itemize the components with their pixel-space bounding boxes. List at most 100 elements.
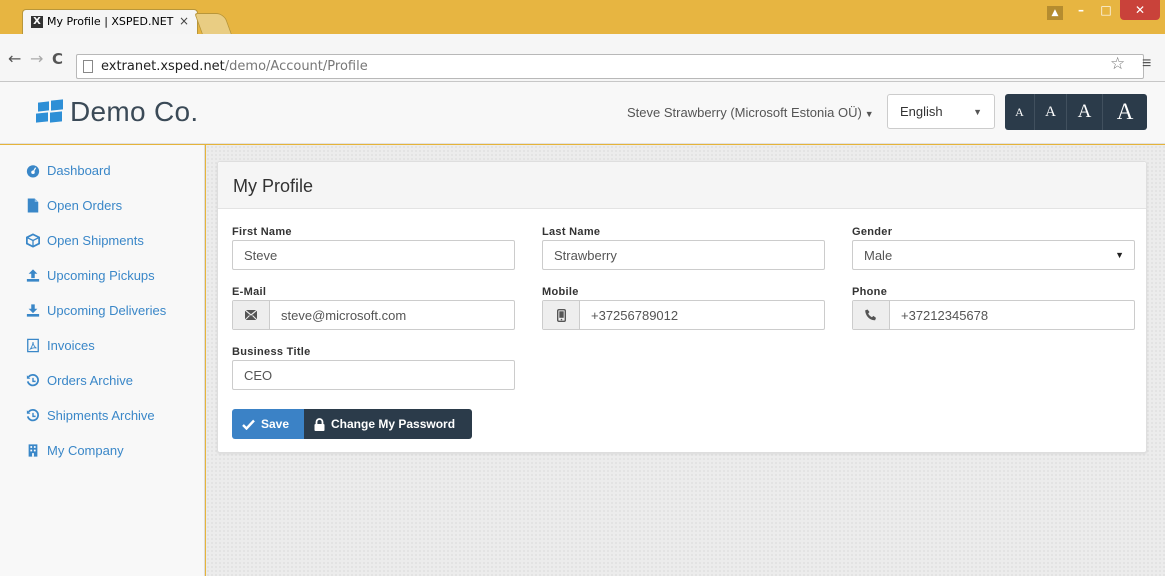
sidebar-item-orders-archive[interactable]: Orders Archive [0,371,205,405]
language-value: English [900,104,943,119]
sidebar-item-invoices[interactable]: Invoices [0,336,205,370]
back-icon[interactable]: ← [8,51,21,67]
profile-panel: My Profile First Name Steve Last Name St… [217,161,1147,453]
business-title-label: Business Title [232,346,311,358]
font-size-switcher: A A A A [1005,94,1147,130]
pdf-icon [27,338,39,353]
business-title-field[interactable]: CEO [232,360,515,390]
lock-icon [314,417,325,431]
save-button[interactable]: Save [232,409,304,439]
business-title-value: CEO [244,368,273,383]
logo-text: Demo Co. [70,96,199,127]
forward-icon[interactable]: → [30,51,43,67]
page-icon [83,60,93,73]
sidebar-item-upcoming-pickups[interactable]: Upcoming Pickups [0,266,205,300]
email-field[interactable]: steve@microsoft.com [232,300,515,330]
sidebar: Dashboard Open Orders Open Shipments Upc… [0,145,205,576]
email-addon [233,301,270,329]
page-title: My Profile [233,176,314,196]
email-label: E-Mail [232,286,267,298]
panel-header: My Profile [218,162,1146,209]
tab-title: My Profile | XSPED.NET [47,15,174,28]
sidebar-item-my-company[interactable]: My Company [0,441,205,475]
sidebar-item-label: Open Orders [47,198,123,213]
mobile-label: Mobile [542,286,579,298]
first-name-value: Steve [244,248,278,263]
email-value: steve@microsoft.com [281,308,407,323]
phone-icon [865,309,876,321]
sidebar-item-shipments-archive[interactable]: Shipments Archive [0,406,205,440]
url-text: extranet.xsped.net/demo/Account/Profile [101,59,368,74]
browser-titlebar: X My Profile | XSPED.NET × ▲ – □ ✕ [0,0,1165,34]
sidebar-item-label: Orders Archive [47,373,133,388]
sidebar-item-label: Open Shipments [47,233,144,248]
checkmark-icon [242,419,255,430]
url-path: /demo/Account/Profile [224,59,368,74]
change-password-label: Change My Password [331,417,456,431]
address-bar[interactable]: extranet.xsped.net/demo/Account/Profile [76,54,1144,79]
download-icon [26,304,40,317]
minimize-icon[interactable]: – [1070,0,1092,20]
mobile-field[interactable]: +37256789012 [542,300,825,330]
user-menu[interactable]: Steve Strawberry (Microsoft Estonia OÜ) ▼ [627,105,874,120]
last-name-field[interactable]: Strawberry [542,240,825,270]
building-icon [28,444,38,457]
last-name-value: Strawberry [554,248,617,263]
reload-icon[interactable]: C [52,51,63,67]
gender-value: Male [864,248,893,263]
url-host: extranet.xsped.net [101,59,225,74]
browser-tab[interactable]: X My Profile | XSPED.NET × [22,9,198,34]
sidebar-item-open-orders[interactable]: Open Orders [0,196,205,230]
phone-addon [853,301,890,329]
sidebar-item-label: Upcoming Deliveries [47,303,167,318]
close-window-icon[interactable]: ✕ [1120,0,1160,20]
last-name-label: Last Name [542,226,601,238]
first-name-field[interactable]: Steve [232,240,515,270]
sidebar-item-label: Invoices [47,338,95,353]
mobile-addon [543,301,580,329]
font-size-small-button[interactable]: A [1005,94,1035,130]
sidebar-item-upcoming-deliveries[interactable]: Upcoming Deliveries [0,301,205,335]
chevron-down-icon: ▼ [1115,250,1124,260]
language-select[interactable]: English ▼ [887,94,995,129]
app-header: Demo Co. Steve Strawberry (Microsoft Est… [0,82,1165,144]
mobile-phone-icon [556,308,566,322]
bookmark-star-icon[interactable]: ☆ [1110,54,1143,74]
upload-icon [26,269,40,282]
tab-close-icon[interactable]: × [179,14,189,28]
envelope-icon [245,310,257,320]
phone-field[interactable]: +37212345678 [852,300,1135,330]
sidebar-item-label: My Company [47,443,124,458]
phone-value: +37212345678 [901,308,989,323]
save-button-label: Save [261,417,290,431]
gender-label: Gender [852,226,893,238]
sidebar-item-label: Upcoming Pickups [47,268,155,283]
history-icon [26,409,39,422]
windows-logo-icon [36,99,64,124]
browser-menu-icon[interactable]: ≡ [1142,55,1159,73]
new-tab-button[interactable] [194,13,232,34]
user-profile-icon[interactable]: ▲ [1047,6,1063,20]
user-menu-label: Steve Strawberry (Microsoft Estonia OÜ) [627,105,862,120]
phone-label: Phone [852,286,888,298]
sidebar-item-label: Shipments Archive [47,408,155,423]
first-name-label: First Name [232,226,292,238]
font-size-medium-button[interactable]: A [1035,94,1067,130]
gender-select[interactable]: Male ▼ [852,240,1135,270]
browser-toolbar: ← → C extranet.xsped.net/demo/Account/Pr… [0,34,1165,82]
favicon-icon: X [31,16,43,28]
sidebar-item-dashboard[interactable]: Dashboard [0,161,205,195]
mobile-value: +37256789012 [591,308,679,323]
file-icon [27,198,39,213]
main-content: My Profile First Name Steve Last Name St… [206,145,1165,576]
history-icon [26,374,39,387]
change-password-button[interactable]: Change My Password [304,409,472,439]
dashboard-icon [26,165,40,178]
font-size-large-button[interactable]: A [1067,94,1103,130]
maximize-icon[interactable]: □ [1095,0,1117,20]
cube-icon [26,233,40,248]
sidebar-item-open-shipments[interactable]: Open Shipments [0,231,205,265]
chevron-down-icon: ▼ [973,107,982,117]
sidebar-item-label: Dashboard [47,163,111,178]
font-size-xlarge-button[interactable]: A [1103,94,1147,130]
